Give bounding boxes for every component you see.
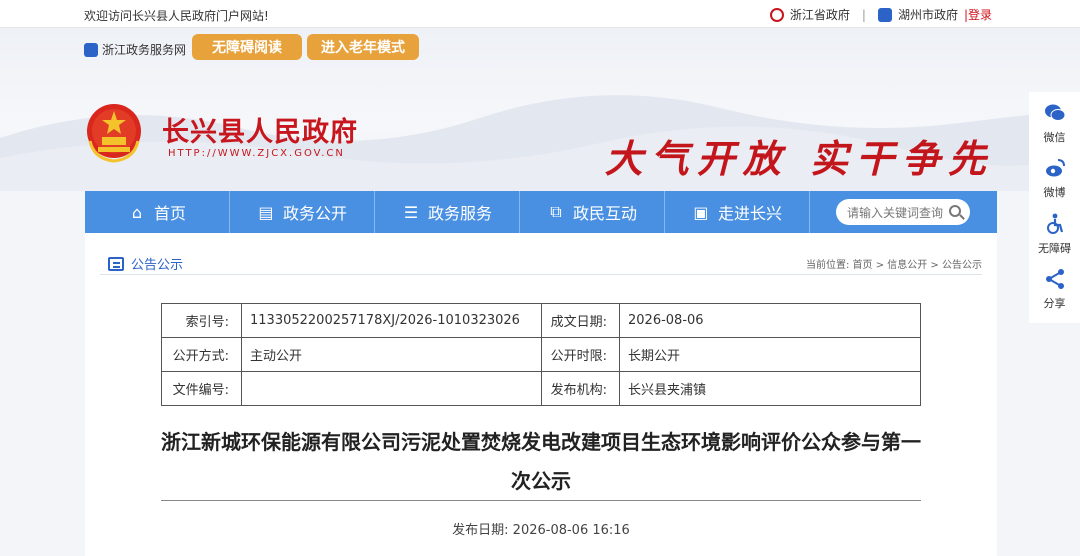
breadcrumb: 公告公示 当前位置: 首页 > 信息公开 > 公告公示 [100,249,982,275]
top-links: 浙江省政府 | 湖州市政府 |登录 [769,6,992,23]
accessibility-icon [1046,213,1063,234]
top-bar: 欢迎访问长兴县人民政府门户网站! 浙江省政府 | 湖州市政府 |登录 [0,0,1080,28]
zhejiang-emblem-icon [769,7,784,22]
service-icon [84,42,98,57]
disclosure-method-label: 公开方式: [161,337,242,372]
written-date-label: 成文日期: [541,303,620,338]
service-link-label: 浙江政务服务网 [102,43,187,57]
elder-mode-button[interactable]: 进入老年模式 [307,34,419,60]
huzhou-gov-link[interactable]: 湖州市政府 [898,6,958,23]
sidebar-item-share[interactable]: 分享 [1044,268,1066,323]
table-row: 索引号: 1133052200257178XJ/2026-1010323026 … [161,303,921,338]
interact-icon: ⧉ [550,202,562,221]
wechat-icon [1044,104,1065,121]
info-table: 索引号: 1133052200257178XJ/2026-1010323026 … [161,303,921,406]
nav-item-gov-service[interactable]: ☰ 政务服务 [375,191,520,233]
sidebar-label: 分享 [1043,296,1066,310]
disclosure-period-label: 公开时限: [541,337,620,372]
sidebar-item-accessibility[interactable]: 无障碍 [1038,213,1071,268]
nav-item-interaction[interactable]: ⧉ 政民互动 [520,191,665,233]
weibo-icon [1045,159,1065,177]
welcome-text: 欢迎访问长兴县人民政府门户网站! [84,9,269,23]
zj-service-link[interactable]: 浙江政务服务网 [84,41,186,58]
disclosure-method-value: 主动公开 [241,337,542,372]
nav-label: 政务公开 [282,204,347,223]
sidebar-label: 微信 [1043,131,1066,144]
sidebar-item-weibo[interactable]: 微博 [1044,157,1066,212]
main-nav: ⌂ 首页 ▤ 政务公开 ☰ 政务服务 ⧉ 政民互动 ▣ 走进长兴 请输入关键词查… [85,191,997,233]
publisher-label: 发布机构: [541,371,620,406]
home-icon: ⌂ [131,202,143,222]
top-separator: | [861,7,866,22]
site-name: 长兴县人民政府 [162,117,358,148]
breadcrumb-path[interactable]: 当前位置: 首页 > 信息公开 > 公告公示 [806,256,982,271]
search-placeholder: 请输入关键词查询 [847,205,944,220]
header-banner: 浙江政务服务网 无障碍阅读 进入老年模式 长兴县人民政府 HTTP://WWW.… [0,28,1080,191]
index-value: 1133052200257178XJ/2026-1010323026 [241,303,542,338]
huzhou-emblem-icon [877,7,892,22]
notice-icon [108,256,124,271]
search-input[interactable]: 请输入关键词查询 [836,199,970,225]
doc-number-label: 文件编号: [161,371,242,406]
main-content: 公告公示 当前位置: 首页 > 信息公开 > 公告公示 索引号: 1133052… [85,233,997,556]
site-url: HTTP://WWW.ZJCX.GOV.CN [168,148,345,159]
image-icon: ▣ [693,202,709,222]
table-row: 公开方式: 主动公开 公开时限: 长期公开 [161,337,921,372]
article-title: 浙江新城环保能源有限公司污泥处置焚烧发电改建项目生态环境影响评价公众参与第一次公… [161,430,921,493]
list-icon: ☰ [403,202,419,222]
sidebar-label: 无障碍 [1038,241,1071,255]
search-icon[interactable] [949,205,961,217]
floating-sidebar: 微信 微博 无障碍 分享 [1029,92,1080,323]
nav-label: 政务服务 [427,204,492,223]
table-row: 文件编号: 发布机构: 长兴县夹浦镇 [161,371,921,406]
nav-item-home[interactable]: ⌂ 首页 [85,191,230,233]
index-label: 索引号: [161,303,242,338]
doc-icon: ▤ [258,202,274,222]
nav-item-gov-affairs[interactable]: ▤ 政务公开 [230,191,375,233]
share-icon [1045,268,1064,289]
zhejiang-gov-link[interactable]: 浙江省政府 [790,6,850,23]
written-date-value: 2026-08-06 [619,303,921,338]
section-title: 公告公示 [108,254,183,273]
disclosure-period-value: 长期公开 [619,337,921,372]
accessible-reading-button[interactable]: 无障碍阅读 [192,34,302,60]
sidebar-label: 微博 [1043,186,1066,200]
doc-number-value [241,371,542,406]
national-emblem-icon [87,104,141,163]
slogan: 大气开放 实干争先 [604,136,994,181]
title-divider [161,500,921,501]
nav-item-about[interactable]: ▣ 走进长兴 [665,191,810,233]
publish-date: 发布日期: 2026-08-06 16:16 [452,523,630,538]
nav-label: 政民互动 [572,204,637,223]
publisher-value: 长兴县夹浦镇 [619,371,921,406]
login-link[interactable]: |登录 [964,6,992,23]
sidebar-item-wechat[interactable]: 微信 [1044,102,1066,157]
nav-label: 首页 [153,204,186,223]
nav-label: 走进长兴 [717,204,782,223]
section-label[interactable]: 公告公示 [131,254,183,273]
